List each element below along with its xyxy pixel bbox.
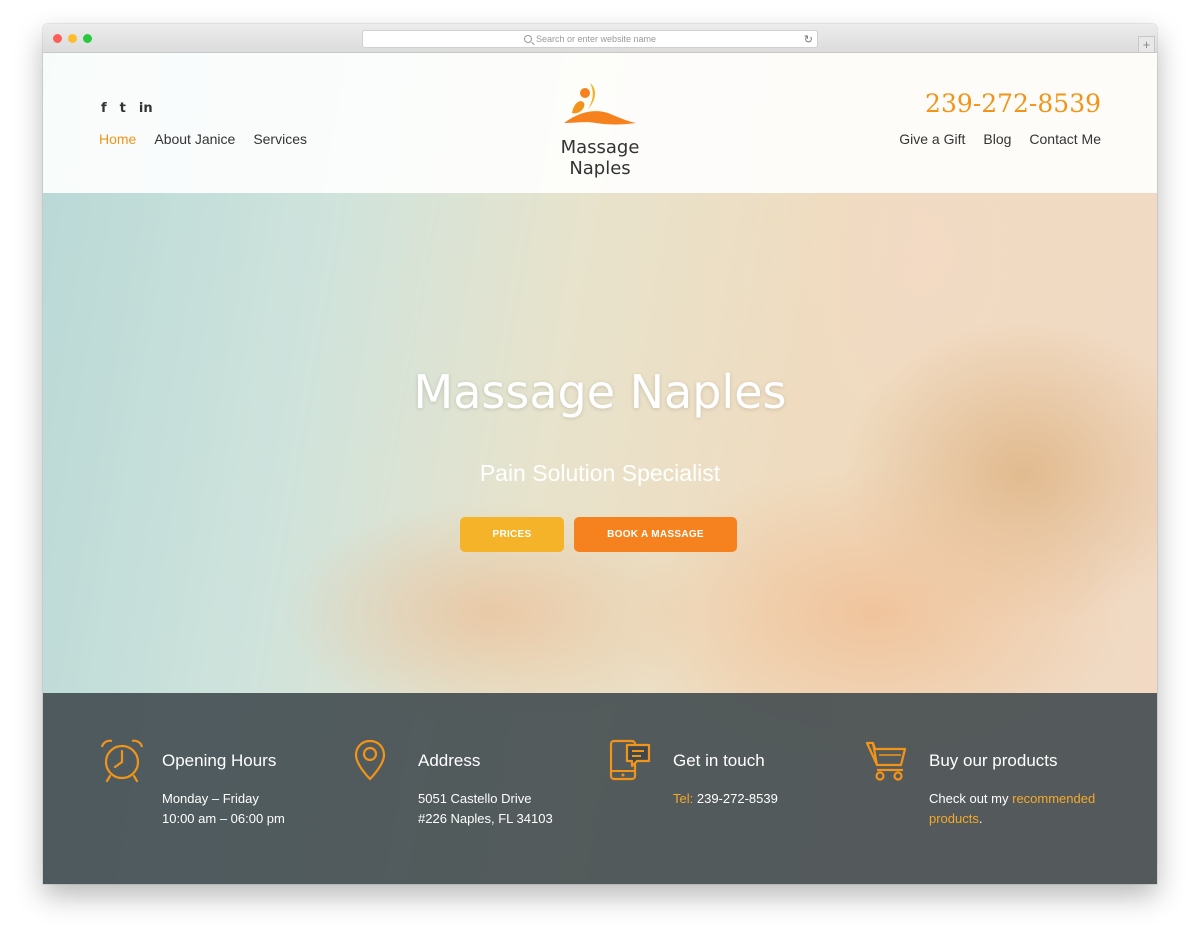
address-title: Address [418,751,481,770]
nav-contact-me[interactable]: Contact Me [1029,131,1101,147]
header-phone[interactable]: 239-272-8539 [925,89,1101,118]
nav-give-a-gift[interactable]: Give a Gift [899,131,965,147]
linkedin-icon[interactable]: in [139,101,153,116]
buy-products-text: Check out my recommended products. [929,789,1119,829]
search-icon [523,35,532,43]
nav-services[interactable]: Services [253,131,307,147]
social-links: f t in [101,101,153,116]
tel-label: Tel: [673,791,694,806]
massage-logo-icon [564,83,636,125]
products-suffix: . [978,811,983,826]
close-window-button[interactable] [53,34,62,43]
address-city: #226 Naples, FL 34103 [418,811,553,826]
new-tab-button[interactable]: + [1138,36,1155,53]
reload-icon[interactable]: ↻ [804,33,813,46]
get-in-touch-text: Tel: 239-272-8539 [673,789,863,809]
nav-right: Give a Gift Blog Contact Me [899,131,1101,147]
get-in-touch-title: Get in touch [673,751,765,770]
site-logo[interactable]: Massage Naples [529,79,671,179]
nav-home[interactable]: Home [99,131,136,147]
address-bar[interactable]: Search or enter website name ↻ [362,30,818,48]
zoom-window-button[interactable] [83,34,92,43]
browser-window: Search or enter website name ↻ + f t in … [43,24,1157,884]
alarm-clock-icon [100,739,144,783]
hero-title: Massage Naples [413,365,787,419]
location-pin-icon [354,739,386,781]
facebook-icon[interactable]: f [101,101,107,116]
nav-about-janice[interactable]: About Janice [154,131,235,147]
nav-left: Home About Janice Services [99,131,307,147]
browser-toolbar: Search or enter website name ↻ + [43,24,1157,53]
logo-text: Massage Naples [560,137,640,179]
shopping-cart-icon [865,741,907,781]
hours-days: Monday – Friday [162,791,259,806]
opening-hours-text: Monday – Friday 10:00 am – 06:00 pm [162,789,352,829]
hero-subtitle: Pain Solution Specialist [479,460,721,486]
opening-hours-title: Opening Hours [162,751,277,770]
prices-button[interactable]: PRICES [460,517,564,552]
address-bar-placeholder: Search or enter website name [535,34,657,44]
twitter-icon[interactable]: t [120,101,126,116]
site-header: f t in Home About Janice Services Massag… [43,53,1157,193]
hero-buttons: PRICES BOOK A MASSAGE [460,517,737,552]
webpage: f t in Home About Janice Services Massag… [43,53,1157,884]
nav-blog[interactable]: Blog [983,131,1011,147]
phone-chat-icon [609,739,651,781]
buy-products-title: Buy our products [929,751,1058,770]
info-bar: Opening Hours Monday – Friday 10:00 am –… [43,693,1157,884]
address-text: 5051 Castello Drive #226 Naples, FL 3410… [418,789,608,829]
hours-times: 10:00 am – 06:00 pm [162,811,285,826]
minimize-window-button[interactable] [68,34,77,43]
tel-number[interactable]: 239-272-8539 [697,791,778,806]
products-prefix: Check out my [929,791,1009,806]
address-street: 5051 Castello Drive [418,791,532,806]
book-massage-button[interactable]: BOOK A MASSAGE [574,517,737,552]
